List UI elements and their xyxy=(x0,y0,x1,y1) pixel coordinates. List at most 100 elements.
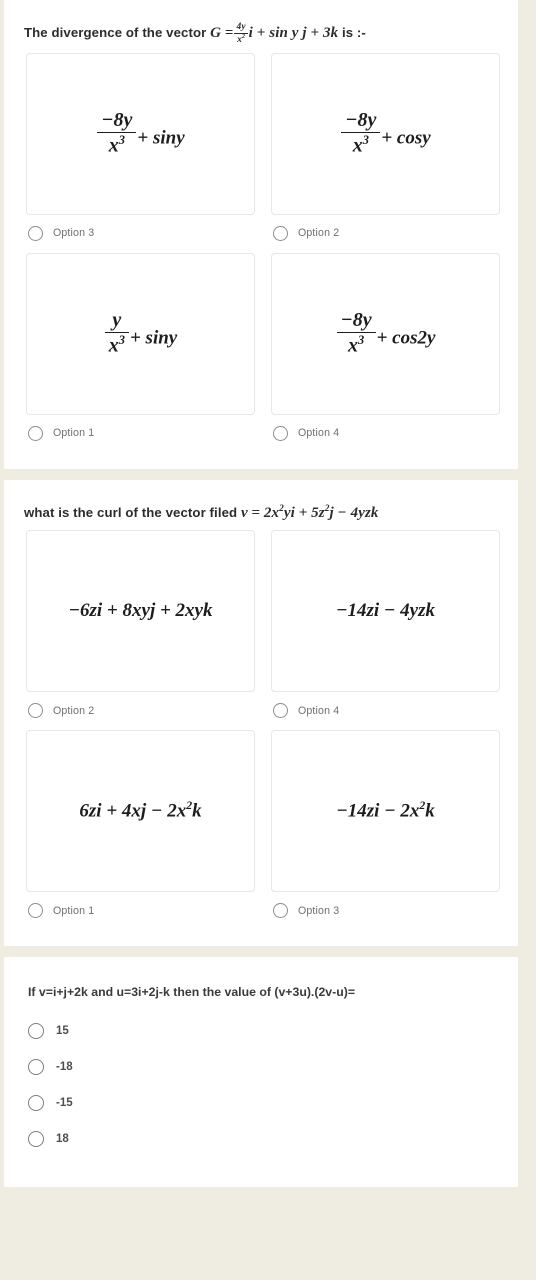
question-1-prompt-lead: The divergence of the vector xyxy=(24,25,207,40)
question-3-choice-3[interactable]: 18 xyxy=(28,1121,518,1157)
option-label: Option 1 xyxy=(53,904,95,917)
question-2-equals: = xyxy=(251,504,261,521)
question-2-option-grid: −6zi + 8xyj + 2xyk Option 2 −14zi − 4yzk… xyxy=(4,530,518,930)
question-2-term-b-tail: j − 4yzk xyxy=(329,504,379,521)
question-1-option-grid: −8y x3 + siny Option 3 −8y x3 + cosy Option … xyxy=(4,52,518,453)
radio-icon[interactable] xyxy=(273,703,288,718)
option-fraction-denominator-base: x xyxy=(352,134,363,157)
question-1-option-3: −8y x3 + cos2y Option 4 xyxy=(271,252,500,453)
option-math-suffix: + siny xyxy=(137,127,185,149)
option-math-suffix: + siny xyxy=(129,327,178,349)
option-fraction: −8y x3 xyxy=(341,109,381,157)
option-math-post: k xyxy=(192,800,202,822)
question-1-option-2: y x3 + siny Option 1 xyxy=(26,252,255,453)
question-3-choice-1[interactable]: -18 xyxy=(28,1049,518,1085)
question-3-choice-0[interactable]: 15 xyxy=(28,1013,518,1049)
option-label: Option 2 xyxy=(53,704,95,717)
option-card[interactable]: −6zi + 8xyj + 2xyk xyxy=(26,530,255,692)
question-panel-2: what is the curl of the vector filed v =… xyxy=(4,479,518,946)
radio-icon[interactable] xyxy=(28,425,43,441)
question-2-term-a-tail: yi + xyxy=(283,504,308,521)
question-2-term-b: 5z2j − 4yzk xyxy=(311,504,379,521)
option-radio-row[interactable]: Option 4 xyxy=(271,692,500,722)
question-2-option-2: 6zi + 4xj − 2x2k Option 1 xyxy=(26,730,255,930)
option-fraction-numerator: −8y xyxy=(345,109,377,132)
question-1-equals: = xyxy=(224,25,234,41)
choice-value: -15 xyxy=(56,1097,73,1110)
question-2-term-b-base: 5z xyxy=(311,504,325,521)
radio-icon[interactable] xyxy=(273,225,288,241)
option-fraction-denominator: x3 xyxy=(336,332,376,357)
option-fraction-denominator: x3 xyxy=(97,132,137,157)
question-2-option-1: −14zi − 4yzk Option 4 xyxy=(271,530,500,730)
option-radio-row[interactable]: Option 2 xyxy=(26,692,255,722)
option-math-suffix: + cos2y xyxy=(376,327,436,349)
option-fraction-numerator: −8y xyxy=(340,309,372,332)
question-1-fraction-denominator-exponent: 2 xyxy=(241,34,246,41)
radio-icon[interactable] xyxy=(273,903,288,918)
question-2-option-0: −6zi + 8xyj + 2xyk Option 2 xyxy=(26,530,255,730)
radio-icon[interactable] xyxy=(28,1023,44,1040)
option-fraction-numerator: −8y xyxy=(101,109,133,132)
question-1-fraction-denominator: x2 xyxy=(234,33,248,46)
option-fraction-denominator-base: x xyxy=(108,134,119,157)
question-1-prompt-tail: is :- xyxy=(341,25,366,40)
question-1-fraction: 4y x2 xyxy=(234,22,248,46)
option-radio-row[interactable]: Option 3 xyxy=(271,892,500,922)
question-2-prompt: what is the curl of the vector filed v =… xyxy=(4,494,518,531)
option-radio-row[interactable]: Option 1 xyxy=(26,892,255,922)
option-radio-row[interactable]: Option 4 xyxy=(271,415,500,445)
option-label: Option 3 xyxy=(298,904,340,917)
option-math: −14zi − 2x2k xyxy=(336,799,435,822)
option-math-post: k xyxy=(425,800,435,822)
option-fraction-denominator: x3 xyxy=(104,332,129,357)
question-1-vector-symbol: G xyxy=(210,25,222,41)
option-card[interactable]: −8y x3 + cosy xyxy=(271,52,500,215)
option-math: −8y x3 + cosy xyxy=(340,109,431,157)
radio-icon[interactable] xyxy=(28,1095,44,1112)
option-fraction: −8y x3 xyxy=(97,109,137,157)
radio-icon[interactable] xyxy=(28,1059,44,1076)
option-label: Option 4 xyxy=(298,704,340,717)
option-math: −8y x3 + siny xyxy=(96,109,185,157)
question-2-term-a-base: 2x xyxy=(263,504,280,521)
question-2-term-a: 2x2yi + xyxy=(263,504,308,521)
option-math: −6zi + 8xyj + 2xyk xyxy=(68,599,213,621)
choice-value: 18 xyxy=(56,1133,69,1146)
question-2-prompt-lead: what is the curl of the vector filed xyxy=(24,504,238,520)
option-fraction-denominator-exponent: 3 xyxy=(118,333,125,348)
choice-value: -18 xyxy=(56,1061,73,1074)
option-radio-row[interactable]: Option 1 xyxy=(26,415,255,445)
radio-icon[interactable] xyxy=(28,703,43,718)
option-fraction-numerator: y xyxy=(112,309,122,332)
option-label: Option 4 xyxy=(298,427,340,439)
radio-icon[interactable] xyxy=(28,1131,44,1148)
option-card[interactable]: −14zi − 4yzk xyxy=(271,530,500,692)
option-math: y x3 + siny xyxy=(104,310,177,357)
option-fraction-denominator-base: x xyxy=(347,334,358,357)
option-card[interactable]: −8y x3 + cos2y xyxy=(271,252,500,415)
option-math-pre: −14zi − 2x xyxy=(336,800,420,822)
option-math: −14zi − 4yzk xyxy=(335,599,436,621)
option-fraction-denominator-exponent: 3 xyxy=(118,133,125,148)
option-card[interactable]: y x3 + siny xyxy=(26,252,255,415)
radio-icon[interactable] xyxy=(28,903,43,918)
question-1-fraction-numerator: 4y xyxy=(236,22,246,33)
option-fraction: −8y x3 xyxy=(336,309,376,357)
option-card[interactable]: −14zi − 2x2k xyxy=(271,730,500,892)
choice-value: 15 xyxy=(56,1025,69,1038)
question-1-expression-tail: i + sin y j + 3k xyxy=(248,25,339,41)
option-fraction-denominator-exponent: 3 xyxy=(362,133,369,148)
option-card[interactable]: −8y x3 + siny xyxy=(26,52,255,215)
option-radio-row[interactable]: Option 3 xyxy=(26,215,255,245)
option-fraction: y x3 xyxy=(104,309,129,357)
option-label: Option 2 xyxy=(298,227,340,239)
option-radio-row[interactable]: Option 2 xyxy=(271,215,500,245)
radio-icon[interactable] xyxy=(273,425,288,441)
question-1-option-0: −8y x3 + siny Option 3 xyxy=(26,52,255,253)
radio-icon[interactable] xyxy=(28,225,43,241)
question-panel-1: The divergence of the vector G = 4y x2 i + … xyxy=(4,0,518,469)
option-card[interactable]: 6zi + 4xj − 2x2k xyxy=(26,730,255,892)
option-math-pre: 6zi + 4xj − 2x xyxy=(79,800,187,822)
question-3-choice-2[interactable]: -15 xyxy=(28,1085,518,1121)
